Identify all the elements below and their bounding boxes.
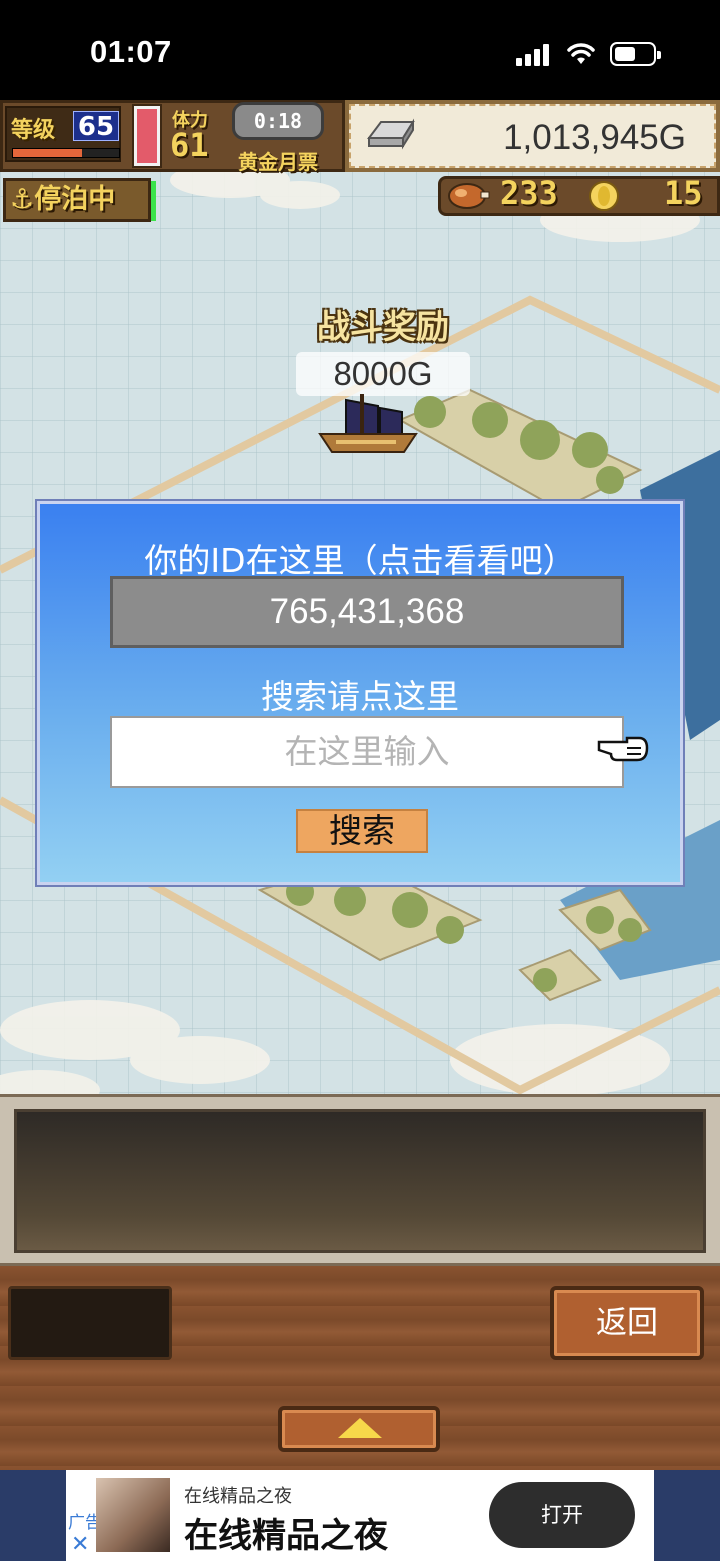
cellular-signal-icon xyxy=(516,44,552,66)
docked-label: 停泊中 xyxy=(34,184,116,215)
search-label: 搜索请点这里 xyxy=(261,677,459,716)
docked-status[interactable]: ⚓停泊中 xyxy=(3,178,156,222)
gold-pass-button[interactable]: 黄金月票 xyxy=(238,146,318,175)
silver-ingot-icon xyxy=(367,118,415,150)
level-value: 65 xyxy=(73,111,119,142)
coin-icon xyxy=(589,181,619,211)
player-ship-icon[interactable] xyxy=(316,394,420,460)
up-arrow-icon xyxy=(338,1418,382,1438)
dialog-title: 你的ID在这里（点击看看吧） xyxy=(144,541,576,580)
stamina-timer: 0:18 xyxy=(232,102,324,140)
status-bar: 01:07 xyxy=(0,0,720,100)
ad-subtitle: 在线精品之夜 xyxy=(184,1486,292,1507)
reward-value: 8000G xyxy=(296,352,470,396)
wifi-icon xyxy=(567,43,595,64)
pointing-hand-icon xyxy=(597,736,649,762)
message-panel xyxy=(0,1094,720,1266)
search-button[interactable]: 搜索 xyxy=(296,809,428,853)
status-time: 01:07 xyxy=(90,34,172,69)
ad-title: 在线精品之夜 xyxy=(184,1516,388,1556)
gold-amount: 1,013,945G xyxy=(503,118,686,157)
search-input[interactable]: 在这里输入 xyxy=(110,716,624,788)
level-label: 等级 xyxy=(11,118,56,143)
anchor-icon: ⚓ xyxy=(10,184,35,215)
empty-slot xyxy=(8,1286,172,1360)
id-search-dialog: 你的ID在这里（点击看看吧） 765,431,368 搜索请点这里 在这里输入 … xyxy=(35,499,685,887)
food-icon xyxy=(448,183,490,209)
expand-menu-button[interactable] xyxy=(278,1406,440,1452)
ad-banner[interactable]: 广告 ✕ 在线精品之夜 在线精品之夜 打开 xyxy=(66,1470,654,1561)
stamina-value: 61 xyxy=(170,126,209,164)
back-button[interactable]: 返回 xyxy=(550,1286,704,1360)
battle-reward-label: 战斗奖励 8000G xyxy=(296,300,470,396)
message-area xyxy=(14,1109,706,1253)
food-count: 233 xyxy=(500,174,558,212)
ad-close-icon[interactable]: ✕ xyxy=(71,1532,89,1557)
level-progress-bar xyxy=(12,148,120,158)
reward-title: 战斗奖励 xyxy=(317,307,449,346)
stamina-gauge xyxy=(132,104,162,168)
coin-count: 15 xyxy=(664,174,703,212)
player-id-box[interactable]: 765,431,368 xyxy=(110,576,624,648)
ad-thumbnail xyxy=(96,1478,170,1552)
level-panel[interactable]: 等级 65 xyxy=(5,106,121,162)
battery-icon xyxy=(610,42,661,66)
ad-open-button[interactable]: 打开 xyxy=(489,1482,635,1548)
